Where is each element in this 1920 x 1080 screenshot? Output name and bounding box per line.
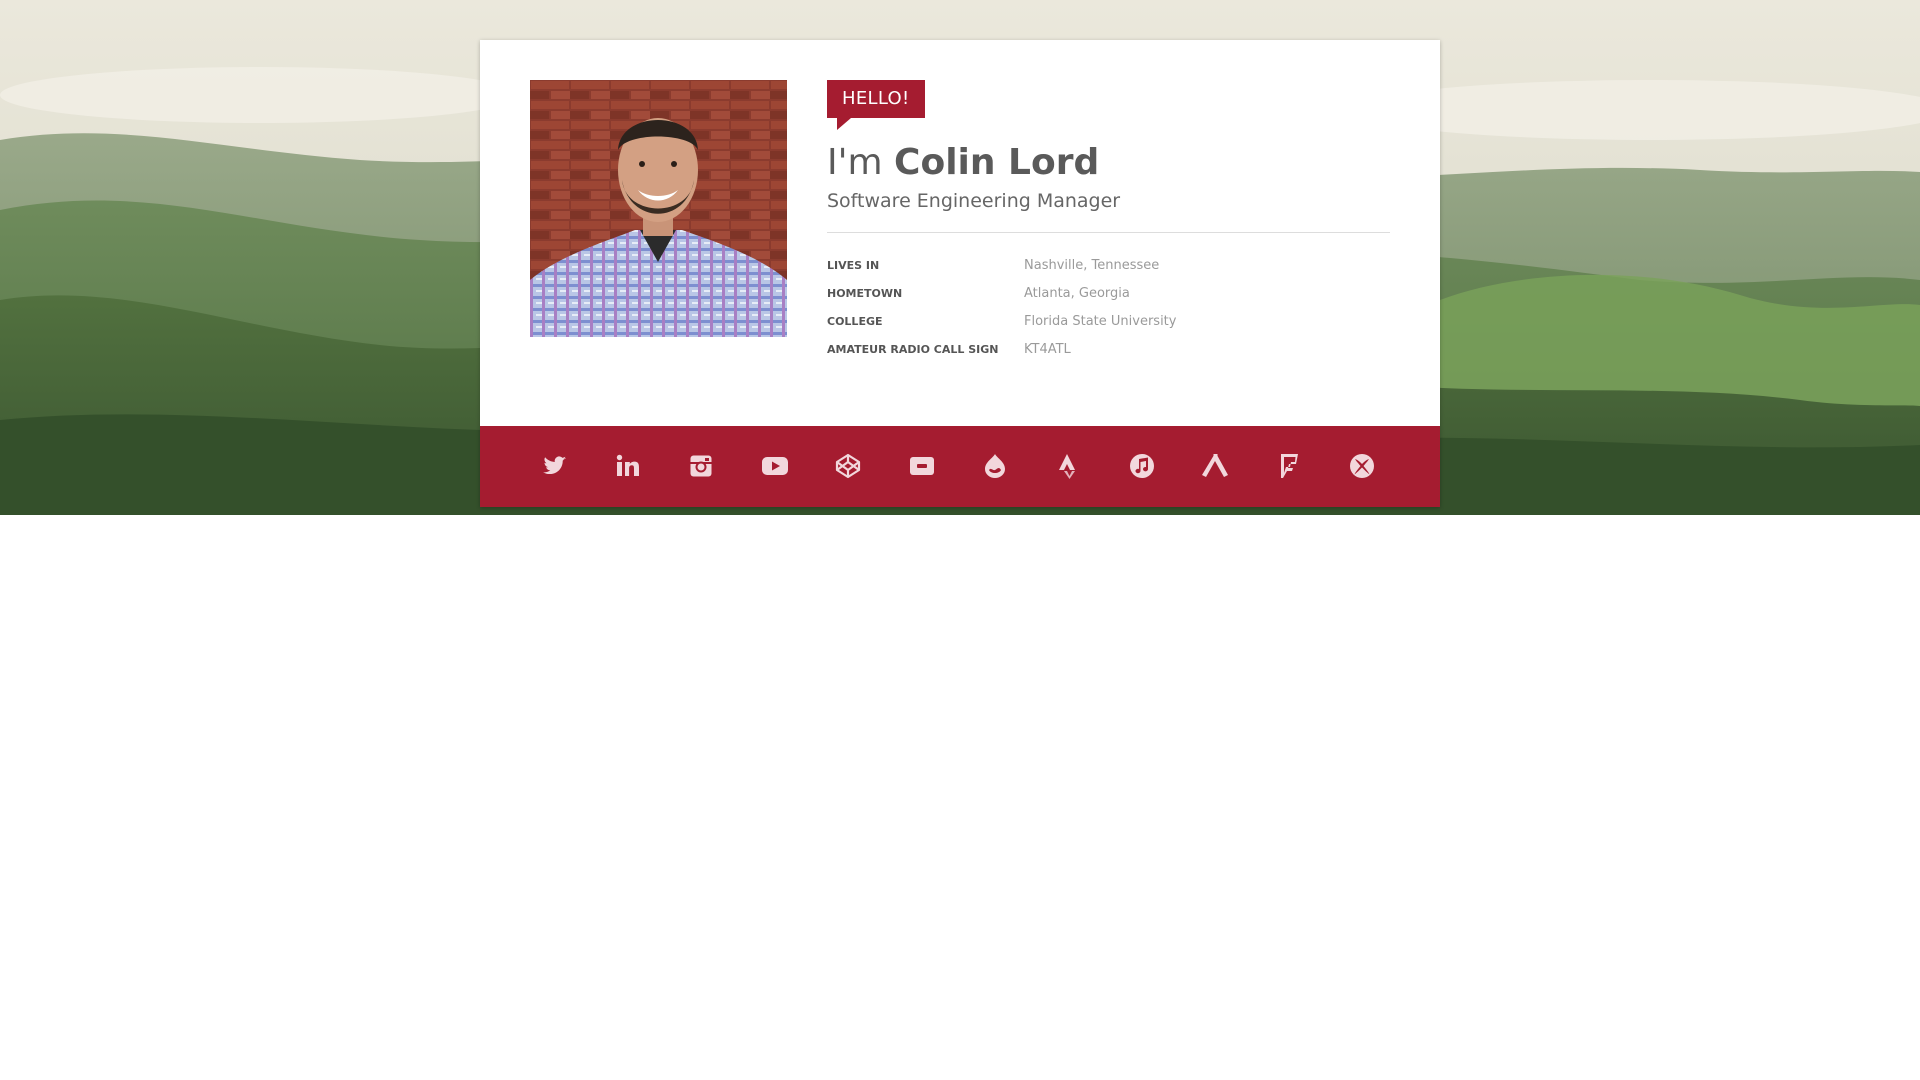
fact-row-college: COLLEGE Florida State University: [827, 314, 1390, 342]
hello-badge-tail: [837, 118, 851, 130]
fact-value: Florida State University: [1024, 314, 1177, 329]
itunes-icon: [1130, 454, 1154, 478]
codepen-icon: [835, 453, 861, 479]
youtube-gaming-link[interactable]: [907, 451, 937, 481]
fact-row-call-sign: AMATEUR RADIO CALL SIGN KT4ATL: [827, 342, 1390, 370]
profile-facts: LIVES IN Nashville, Tennessee HOMETOWN A…: [827, 258, 1390, 370]
twitter-link[interactable]: [540, 451, 570, 481]
strava-icon: [1059, 454, 1075, 479]
fact-label: AMATEUR RADIO CALL SIGN: [827, 343, 999, 356]
greeting-text: I'm: [827, 142, 883, 183]
job-title: Software Engineering Manager: [827, 190, 1121, 212]
youtube-gaming-icon: [910, 457, 934, 475]
xbox-link[interactable]: [1347, 451, 1377, 481]
strava-link[interactable]: [1054, 451, 1084, 481]
codepen-link[interactable]: [833, 451, 863, 481]
drupal-icon: [985, 454, 1005, 478]
drupal-link[interactable]: [980, 451, 1010, 481]
fact-value: Nashville, Tennessee: [1024, 258, 1160, 273]
divider: [827, 232, 1390, 233]
foursquare-icon: [1281, 454, 1298, 478]
instagram-link[interactable]: [686, 451, 716, 481]
fact-label: HOMETOWN: [827, 287, 903, 300]
fact-row-hometown: HOMETOWN Atlanta, Georgia: [827, 286, 1390, 314]
social-links-bar: [480, 426, 1440, 507]
itunes-link[interactable]: [1127, 451, 1157, 481]
profile-name: Colin Lord: [894, 142, 1100, 183]
page-title: I'm Colin Lord: [827, 142, 1099, 183]
linkedin-icon: [616, 454, 639, 476]
twitter-icon: [543, 456, 566, 475]
youtube-link[interactable]: [760, 451, 790, 481]
fact-value: Atlanta, Georgia: [1024, 286, 1130, 301]
profile-photo: [530, 80, 787, 337]
untappd-link[interactable]: [1200, 451, 1230, 481]
hello-badge: HELLO!: [827, 80, 925, 118]
fact-label: COLLEGE: [827, 315, 883, 328]
fact-value: KT4ATL: [1024, 342, 1071, 357]
fact-row-lives-in: LIVES IN Nashville, Tennessee: [827, 258, 1390, 286]
fact-label: LIVES IN: [827, 259, 880, 272]
profile-card: HELLO! I'm Colin Lord Software Engineeri…: [480, 40, 1440, 507]
untappd-icon: [1202, 454, 1228, 477]
instagram-icon: [690, 455, 712, 477]
youtube-icon: [762, 457, 788, 475]
linkedin-link[interactable]: [613, 451, 643, 481]
foursquare-link[interactable]: [1274, 451, 1304, 481]
xbox-icon: [1350, 454, 1374, 478]
